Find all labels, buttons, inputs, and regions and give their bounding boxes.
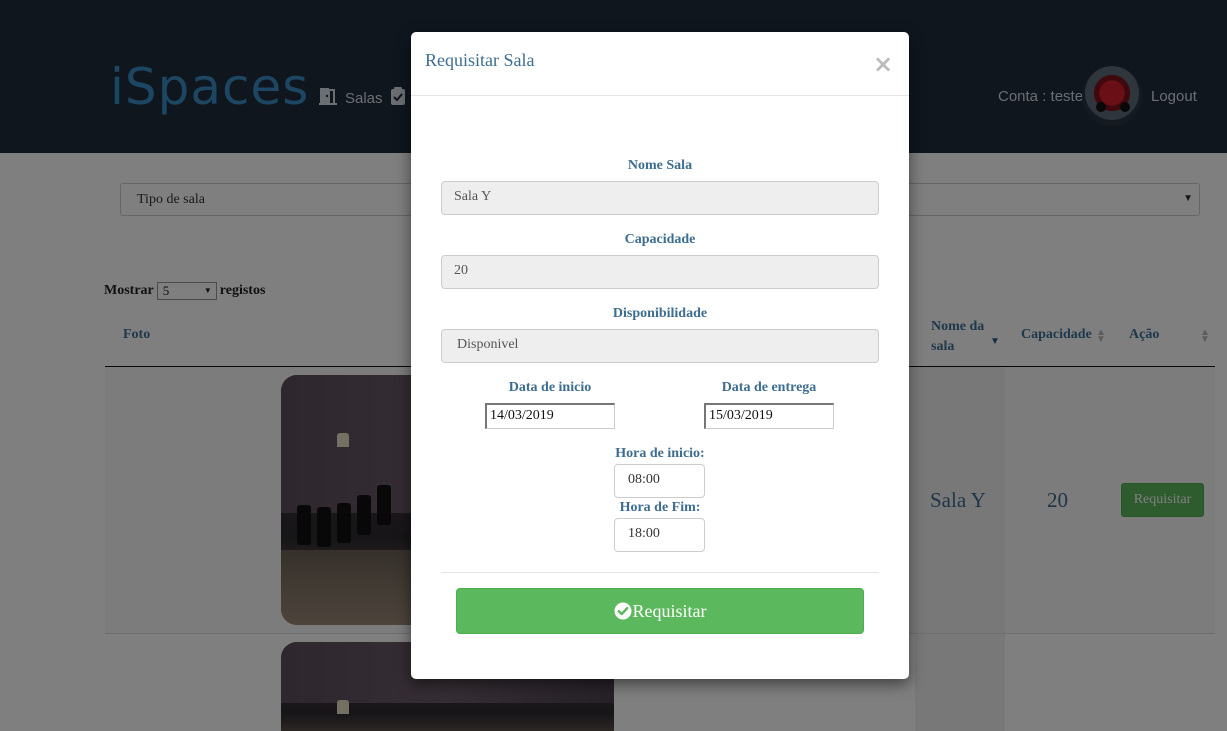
close-icon[interactable]: × [873, 52, 893, 76]
hora-fim-label: Hora de Fim: [619, 500, 701, 515]
requisitar-submit-button[interactable]: Requisitar [456, 588, 864, 634]
data-inicio-label: Data de inicio [508, 380, 592, 395]
hora-fim-input[interactable]: 18:00 [614, 518, 705, 552]
nome-sala-field: Sala Y [441, 181, 879, 215]
data-entrega-input[interactable]: 15/03/2019 [704, 403, 834, 429]
requisitar-modal: Requisitar Sala × Nome Sala Sala Y Capac… [411, 32, 909, 679]
modal-title: Requisitar Sala [425, 50, 535, 70]
nome-sala-label: Nome Sala [627, 158, 693, 173]
disponibilidade-field: Disponivel [441, 329, 879, 363]
form-divider [441, 572, 879, 573]
modal-header-divider [411, 95, 909, 96]
data-inicio-input[interactable]: 14/03/2019 [485, 403, 615, 429]
hora-inicio-label: Hora de inicio: [615, 446, 705, 461]
capacidade-field: 20 [441, 255, 879, 289]
hora-inicio-input[interactable]: 08:00 [614, 464, 705, 498]
requisitar-submit-label: Requisitar [632, 600, 707, 621]
data-entrega-label: Data de entrega [721, 380, 817, 395]
capacidade-label: Capacidade [624, 232, 696, 247]
check-circle-icon [614, 602, 632, 620]
disponibilidade-label: Disponibilidade [612, 306, 708, 321]
